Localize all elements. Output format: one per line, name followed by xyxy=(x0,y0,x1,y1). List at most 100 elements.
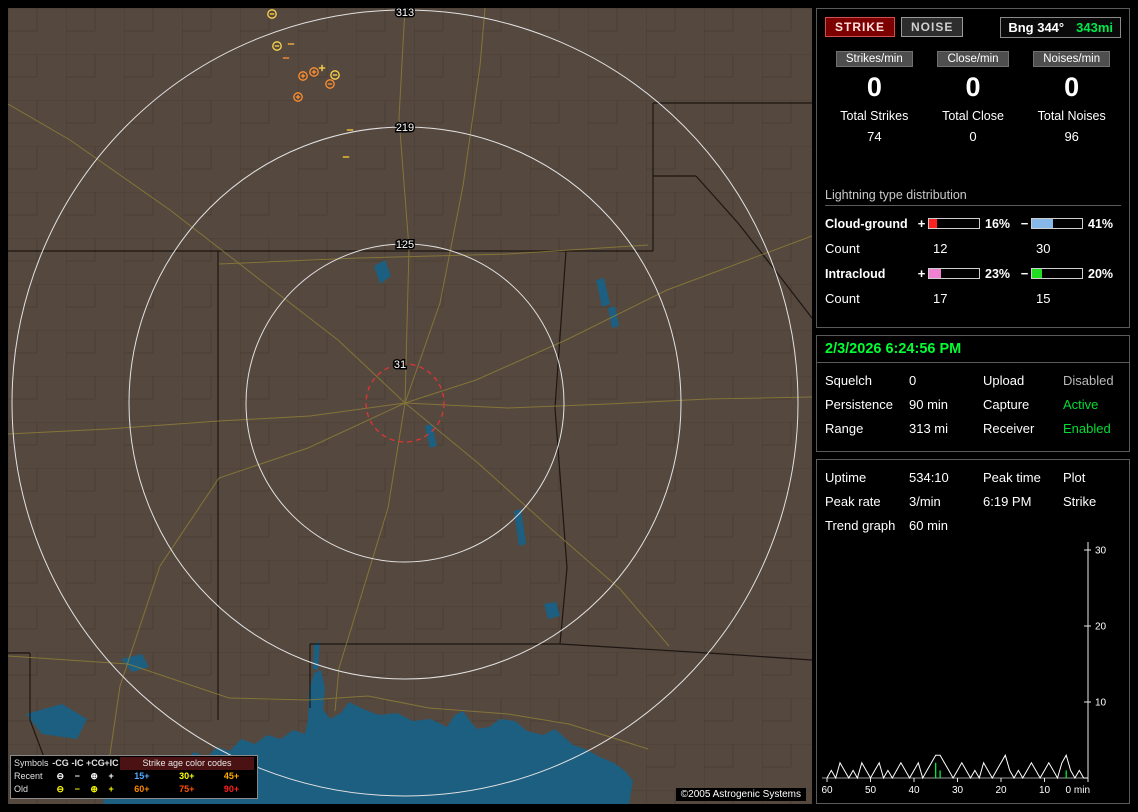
bearing-distance: 343mi xyxy=(1076,20,1113,35)
minus-sign: − xyxy=(1018,216,1031,231)
plus-sign: + xyxy=(915,216,928,231)
trend-graph-label: Trend graph xyxy=(825,518,909,533)
bearing-label: Bng 344° xyxy=(1008,20,1064,35)
cg-pos-old-icon: ⊕ xyxy=(86,783,103,796)
trend-window-value: 60 min xyxy=(909,518,983,533)
uptime-value: 534:10 xyxy=(909,470,983,485)
capture-status: Active xyxy=(1063,397,1121,412)
close-per-min-chip[interactable]: Close/min xyxy=(937,51,1008,67)
strike-mode-button[interactable]: STRIKE xyxy=(825,17,895,37)
age-60: 60+ xyxy=(120,783,165,796)
plot-label: Plot xyxy=(1063,470,1121,485)
ring-label-313: 313 xyxy=(396,8,414,19)
status-panel: STRIKE NOISE Bng 344° 343mi Strikes/min … xyxy=(816,8,1130,804)
lightning-map[interactable]: 313 219 125 31 Symbols -CG -IC +CG +IC S… xyxy=(8,8,812,804)
receiver-status: Enabled xyxy=(1063,421,1121,436)
squelch-label: Squelch xyxy=(825,373,909,388)
legend-age-title: Strike age color codes xyxy=(120,757,254,770)
noises-per-min-value: 0 xyxy=(1064,72,1079,103)
svg-text:30: 30 xyxy=(952,785,964,796)
total-noises-label: Total Noises xyxy=(1038,109,1106,123)
total-strikes-label: Total Strikes xyxy=(840,109,908,123)
ring-label-31: 31 xyxy=(394,359,406,371)
squelch-value: 0 xyxy=(909,373,983,388)
svg-text:60: 60 xyxy=(821,785,833,796)
legend-symbols-title: Symbols xyxy=(14,757,52,770)
noise-mode-button[interactable]: NOISE xyxy=(901,17,963,37)
ring-label-125: 125 xyxy=(396,239,414,251)
svg-text:0 min: 0 min xyxy=(1066,785,1090,796)
trend-line-strikes xyxy=(827,755,1088,778)
map-legend: Symbols -CG -IC +CG +IC Strike age color… xyxy=(10,755,258,799)
ic-minus-pct: 20% xyxy=(1083,267,1119,281)
noises-rate-column: Noises/min 0 Total Noises 96 xyxy=(1022,51,1121,144)
cloud-ground-row: Cloud-ground + 16% − 41% xyxy=(825,216,1121,231)
range-label: Range xyxy=(825,421,909,436)
bearing-indicator: Bng 344° 343mi xyxy=(1000,17,1121,38)
svg-text:20: 20 xyxy=(995,785,1007,796)
cg-plus-bar-fill xyxy=(929,219,937,228)
ic-plus-bar-fill xyxy=(929,269,941,278)
minus-sign: − xyxy=(1018,266,1031,281)
upload-label: Upload xyxy=(983,373,1063,388)
cg-plus-pct: 16% xyxy=(980,217,1018,231)
cg-minus-pct: 41% xyxy=(1083,217,1119,231)
peak-time-value: 6:19 PM xyxy=(983,494,1063,509)
peak-rate-value: 3/min xyxy=(909,494,983,509)
close-rate-column: Close/min 0 Total Close 0 xyxy=(924,51,1023,144)
age-45: 45+ xyxy=(209,770,254,783)
trend-graph: 1020306050403020100 min xyxy=(818,538,1128,804)
ic-plus-pct: 23% xyxy=(980,267,1018,281)
uptime-label: Uptime xyxy=(825,470,909,485)
cg-plus-count: 12 xyxy=(928,241,980,256)
trend-traces xyxy=(827,755,1088,778)
cg-neg-recent-icon: ⊖ xyxy=(52,770,69,783)
age-90: 90+ xyxy=(209,783,254,796)
ic-plus-count: 17 xyxy=(928,291,980,306)
strikes-per-min-chip[interactable]: Strikes/min xyxy=(836,51,913,67)
legend-recent-row: Recent ⊖ − ⊕ + 15+ 30+ 45+ xyxy=(14,770,254,783)
persistence-value: 90 min xyxy=(909,397,983,412)
status-grid: Squelch 0 Upload Disabled Persistence 90… xyxy=(817,363,1129,444)
noises-per-min-chip[interactable]: Noises/min xyxy=(1033,51,1110,67)
total-close-label: Total Close xyxy=(942,109,1004,123)
plus-sign: + xyxy=(915,266,928,281)
peak-rate-label: Peak rate xyxy=(825,494,909,509)
ic-neg-old-icon: − xyxy=(69,783,86,796)
age-30: 30+ xyxy=(164,770,209,783)
legend-col-cg-neg: -CG xyxy=(52,757,69,770)
cg-minus-bar-fill xyxy=(1032,219,1053,228)
ic-pos-recent-icon: + xyxy=(103,770,120,783)
axis-ticks: 1020306050403020100 min xyxy=(821,546,1106,797)
cg-minus-bar xyxy=(1031,218,1083,229)
legend-old-label: Old xyxy=(14,783,52,796)
peak-time-label: Peak time xyxy=(983,470,1063,485)
age-75: 75+ xyxy=(164,783,209,796)
map-canvas[interactable]: 313 219 125 31 xyxy=(8,8,812,804)
intracloud-row: Intracloud + 23% − 20% xyxy=(825,266,1121,281)
statistics-section: STRIKE NOISE Bng 344° 343mi Strikes/min … xyxy=(816,8,1130,328)
legend-recent-label: Recent xyxy=(14,770,52,783)
cg-plus-bar xyxy=(928,218,980,229)
legend-col-ic-neg: -IC xyxy=(69,757,86,770)
svg-text:10: 10 xyxy=(1095,698,1107,709)
trend-section: Uptime 534:10 Peak time Plot Peak rate 3… xyxy=(816,459,1130,804)
count-label: Count xyxy=(825,241,915,256)
svg-text:30: 30 xyxy=(1095,546,1107,557)
ic-minus-bar-fill xyxy=(1032,269,1042,278)
legend-col-cg-pos: +CG xyxy=(86,757,103,770)
total-close-value: 0 xyxy=(969,129,976,144)
upload-status: Disabled xyxy=(1063,373,1121,388)
ic-minus-bar xyxy=(1031,268,1083,279)
cloud-ground-count-row: Count 12 30 xyxy=(825,241,1121,256)
strikes-per-min-value: 0 xyxy=(867,72,882,103)
legend-header-row: Symbols -CG -IC +CG +IC Strike age color… xyxy=(14,757,254,770)
cloud-ground-label: Cloud-ground xyxy=(825,217,915,231)
plot-value: Strike xyxy=(1063,494,1121,509)
intracloud-label: Intracloud xyxy=(825,267,915,281)
copyright-notice: ©2005 Astrogenic Systems xyxy=(676,788,806,801)
datetime-display: 2/3/2026 6:24:56 PM xyxy=(817,336,1129,363)
age-15: 15+ xyxy=(120,770,165,783)
ring-label-219: 219 xyxy=(396,122,414,134)
count-label: Count xyxy=(825,291,915,306)
